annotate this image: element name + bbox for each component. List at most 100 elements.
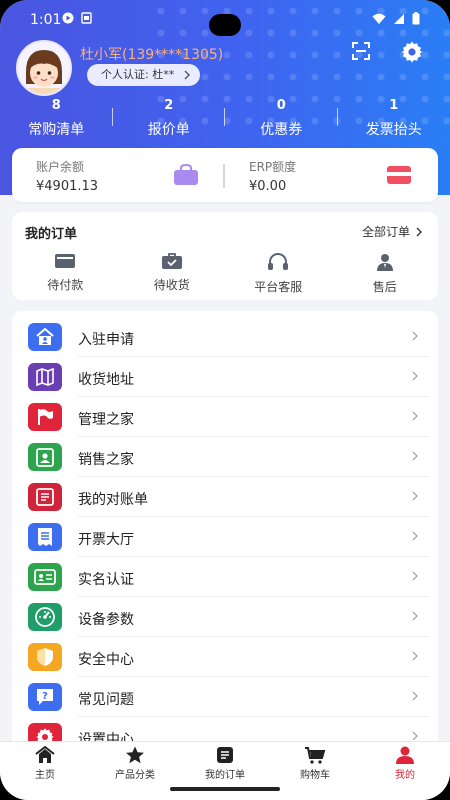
chevron-right-icon: [412, 491, 418, 501]
menu-item-shipping-address[interactable]: 收货地址: [12, 357, 438, 397]
order-item-label: 待收货: [153, 278, 190, 292]
bottom-tab-bar: 主页 产品分类 我的订单 购物车 我的: [0, 741, 450, 800]
menu-item-management-home[interactable]: 管理之家: [12, 397, 438, 437]
tab-product-categories[interactable]: 产品分类: [90, 742, 180, 800]
erp-value: ¥0.00: [249, 179, 287, 194]
erp-block[interactable]: ERP额度 ¥0.00: [249, 158, 296, 194]
credit-card-icon: [387, 166, 411, 184]
chevron-right-icon: [412, 451, 418, 461]
menu-item-security-center[interactable]: 安全中心: [12, 637, 438, 677]
chevron-right-icon: [412, 731, 418, 741]
all-orders-link[interactable]: 全部订单: [362, 223, 422, 240]
menu-item-label: 设备参数: [78, 612, 134, 628]
order-item-label: 平台客服: [254, 280, 303, 294]
status-right-icons: [372, 12, 420, 25]
chevron-right-icon: [412, 691, 418, 701]
menu-item-label: 常见问题: [78, 692, 134, 708]
star-icon: [126, 746, 144, 764]
scan-icon[interactable]: [350, 40, 372, 62]
order-after-sales[interactable]: 售后: [332, 252, 439, 295]
user-name[interactable]: 杜小军(139****1305): [80, 44, 223, 64]
order-shortcuts: 待付款 待收货 平台客服 售后: [12, 252, 438, 295]
chevron-right-icon: [412, 651, 418, 661]
balance-value: ¥4901.13: [36, 179, 99, 194]
stat-label: 发票抬头: [365, 122, 422, 138]
stat-invoice-titles[interactable]: 1 发票抬头: [338, 98, 450, 142]
account-card: 账户余额 ¥4901.13 ERP额度 ¥0.00: [12, 148, 438, 202]
stat-coupons[interactable]: 0 优惠券: [225, 98, 338, 142]
signal-icon: [394, 13, 404, 24]
flag-icon: [28, 403, 62, 431]
svg-text:?: ?: [42, 691, 48, 702]
badge-icon: [28, 443, 62, 471]
menu-item-label: 销售之家: [78, 452, 134, 468]
tab-home[interactable]: 主页: [0, 742, 90, 800]
menu-item-real-name-verification[interactable]: 实名认证: [12, 557, 438, 597]
menu-item-sales-home[interactable]: 销售之家: [12, 437, 438, 477]
question-icon: ?: [28, 683, 62, 711]
order-customer-service[interactable]: 平台客服: [225, 252, 332, 295]
stat-count: 1: [389, 98, 399, 113]
stat-label: 报价单: [147, 122, 190, 138]
menu-item-label: 开票大厅: [78, 532, 134, 548]
stat-quotations[interactable]: 2 报价单: [113, 98, 225, 142]
tab-label: 我的订单: [205, 770, 245, 781]
tab-label: 购物车: [300, 770, 330, 781]
gear-icon[interactable]: [400, 40, 424, 64]
certification-pill[interactable]: 个人认证: 杜**: [87, 64, 201, 86]
stats-row: 8 常购清单 2 报价单 0 优惠券 1 发票抬头: [0, 98, 450, 142]
status-time: 1:01: [30, 12, 62, 28]
chevron-right-icon: [412, 331, 418, 341]
menu-item-label: 管理之家: [78, 412, 134, 428]
order-pending-receipt[interactable]: 待收货: [119, 252, 226, 295]
user-avatar[interactable]: [16, 40, 72, 96]
tab-my-orders[interactable]: 我的订单: [180, 742, 270, 800]
shield-icon: [28, 643, 62, 671]
tab-label: 我的: [395, 770, 415, 781]
menu-item-label: 实名认证: [78, 572, 134, 588]
chevron-right-icon: [412, 371, 418, 381]
all-orders-label: 全部订单: [361, 225, 410, 239]
headset-icon: [268, 253, 289, 270]
tab-cart[interactable]: 购物车: [270, 742, 360, 800]
sim-icon: [81, 12, 92, 24]
menu-item-join-application[interactable]: 入驻申请: [12, 317, 438, 357]
tab-label: 产品分类: [115, 770, 155, 781]
tab-mine[interactable]: 我的: [360, 742, 450, 800]
menu-item-label: 入驻申请: [78, 332, 134, 348]
certification-label: 个人认证: 杜**: [101, 68, 175, 81]
menu-item-my-statements[interactable]: 我的对账单: [12, 477, 438, 517]
order-pending-payment[interactable]: 待付款: [12, 252, 119, 295]
tab-label: 主页: [35, 770, 55, 781]
erp-label: ERP额度: [249, 160, 297, 174]
cart-icon: [305, 747, 326, 764]
menu-item-invoice-hall[interactable]: 开票大厅: [12, 517, 438, 557]
briefcase-icon: [161, 253, 182, 269]
camera-cutout: [209, 14, 241, 36]
stat-count: 8: [51, 98, 61, 113]
chevron-right-icon: [416, 227, 422, 236]
balance-block[interactable]: 账户余额 ¥4901.13: [36, 158, 98, 194]
wallet-bag-icon: [174, 164, 198, 185]
menu-item-label: 我的对账单: [78, 492, 148, 508]
balance-label: 账户余额: [36, 160, 85, 174]
avatar-illustration: [18, 42, 70, 94]
ledger-icon: [28, 483, 62, 511]
wifi-icon: [372, 13, 386, 24]
chevron-right-icon: [412, 571, 418, 581]
gauge-icon: [28, 603, 62, 631]
menu-item-faq[interactable]: ? 常见问题: [12, 677, 438, 717]
menu-item-device-parameters[interactable]: 设备参数: [12, 597, 438, 637]
id-card-icon: [28, 563, 62, 591]
status-notification-icons: [62, 12, 92, 24]
menu-card: 入驻申请 收货地址 管理之家 销售之家 我的对账单 开票大厅 实名认证 设备参数…: [12, 311, 438, 751]
chevron-right-icon: [412, 611, 418, 621]
stat-frequent-list[interactable]: 8 常购清单: [0, 98, 113, 142]
orders-title: 我的订单: [25, 227, 78, 242]
chevron-right-icon: [184, 70, 191, 80]
status-bar: 1:01: [0, 0, 450, 40]
profile-screen: 1:01 杜小军(139****1305) 个人认证: 杜** 8 常购清单 2…: [0, 0, 450, 800]
chevron-right-icon: [412, 531, 418, 541]
account-divider: [223, 164, 225, 188]
play-icon: [62, 12, 74, 24]
